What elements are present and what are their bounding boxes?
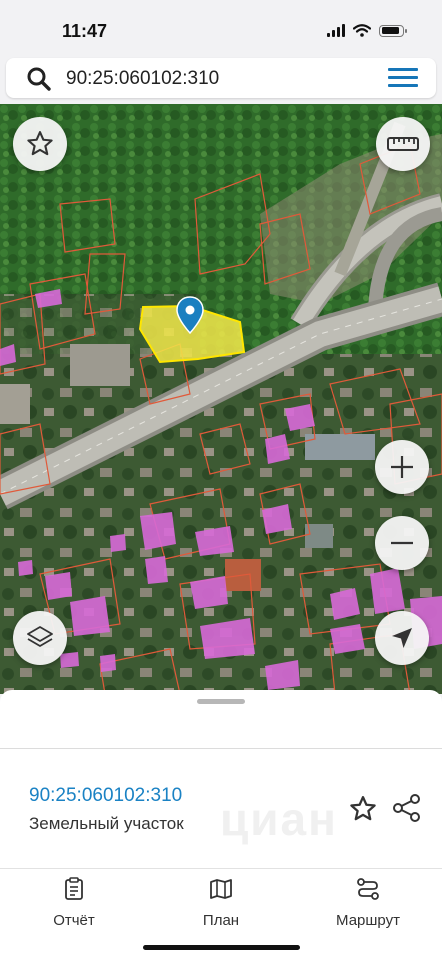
tab-plan[interactable]: План [161, 877, 281, 929]
status-time: 11:47 [62, 21, 108, 41]
tab-route[interactable]: Маршрут [308, 877, 428, 929]
search-input[interactable]: 90:25:060102:310 [66, 68, 219, 90]
sheet-divider [0, 748, 442, 749]
tab-route-label: Маршрут [336, 912, 400, 929]
wifi-icon [353, 24, 371, 37]
favorite-button[interactable] [13, 117, 67, 171]
battery-icon [379, 24, 407, 37]
sheet-grabber[interactable] [197, 699, 245, 704]
home-indicator [143, 945, 300, 950]
status-bar: 11:47 [0, 0, 442, 54]
my-location-button[interactable] [375, 611, 429, 665]
tab-plan-label: План [202, 912, 240, 929]
satellite-map[interactable] [0, 104, 442, 694]
layers-icon [27, 626, 53, 647]
zoom-out-button[interactable] [375, 516, 429, 570]
watermark-logo: циан [220, 793, 338, 845]
parcel-type: Земельный участок [29, 814, 184, 833]
parcel-info-sheet[interactable]: циан 90:25:060102:310 Земельный участок [0, 690, 442, 868]
ruler-icon [387, 137, 419, 151]
minus-icon [391, 541, 413, 545]
navigation-arrow-icon [392, 628, 412, 648]
star-icon [27, 131, 53, 156]
report-icon [65, 877, 83, 900]
menu-icon[interactable] [388, 68, 418, 92]
measure-button[interactable] [376, 117, 430, 171]
map-pin-icon[interactable] [176, 296, 204, 334]
search-icon[interactable] [26, 66, 52, 92]
map-view[interactable] [0, 104, 442, 694]
tab-report-label: Отчёт [53, 912, 95, 929]
zoom-in-button[interactable] [375, 440, 429, 494]
share-icon[interactable] [392, 793, 422, 823]
tab-report[interactable]: Отчёт [14, 877, 134, 929]
star-icon[interactable] [348, 794, 378, 824]
parcel-id[interactable]: 90:25:060102:310 [29, 785, 182, 807]
plus-icon [391, 456, 413, 478]
search-bar[interactable]: 90:25:060102:310 [6, 58, 436, 98]
route-icon [357, 878, 379, 900]
layers-button[interactable] [13, 611, 67, 665]
cellular-signal-icon [327, 24, 345, 37]
status-icons [327, 24, 407, 37]
map-icon [210, 879, 232, 899]
